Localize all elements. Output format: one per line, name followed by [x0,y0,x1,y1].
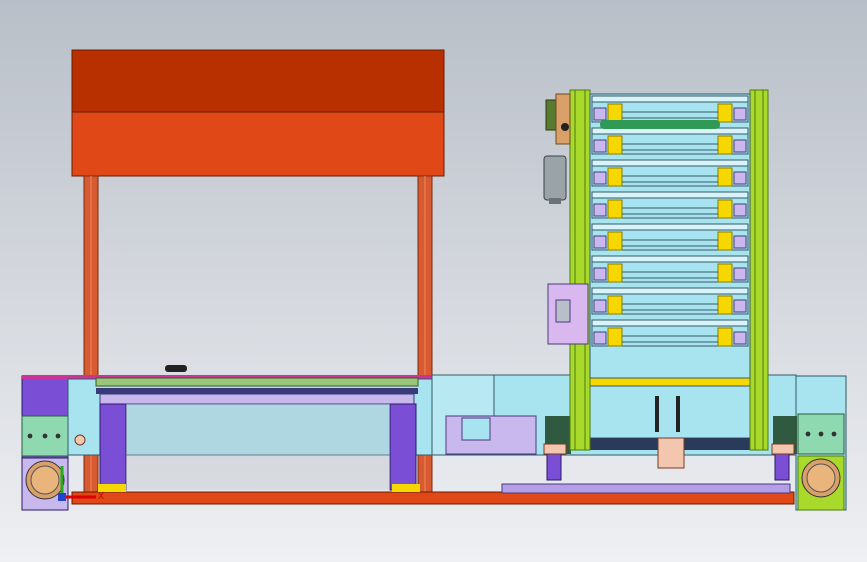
cad-viewport[interactable]: X [0,0,867,562]
rack-tier [591,287,749,315]
rack-tier [591,127,749,155]
base-rail-bar [71,491,795,505]
rack-tier [591,223,749,251]
rack-tier [591,319,749,347]
right-end-bracket[interactable] [795,375,847,511]
drive-roller [600,120,720,129]
rack-tier [591,159,749,187]
base-plate [501,483,791,494]
sensor-block [165,365,187,372]
x-axis-label: X [98,492,104,502]
canopy-roof-upper [71,49,445,113]
rack-tier [591,255,749,283]
canopy-roof-lower [71,111,445,177]
assembly-drawing: X [0,0,867,562]
rack-tier [591,95,749,123]
rack-tier [591,191,749,219]
